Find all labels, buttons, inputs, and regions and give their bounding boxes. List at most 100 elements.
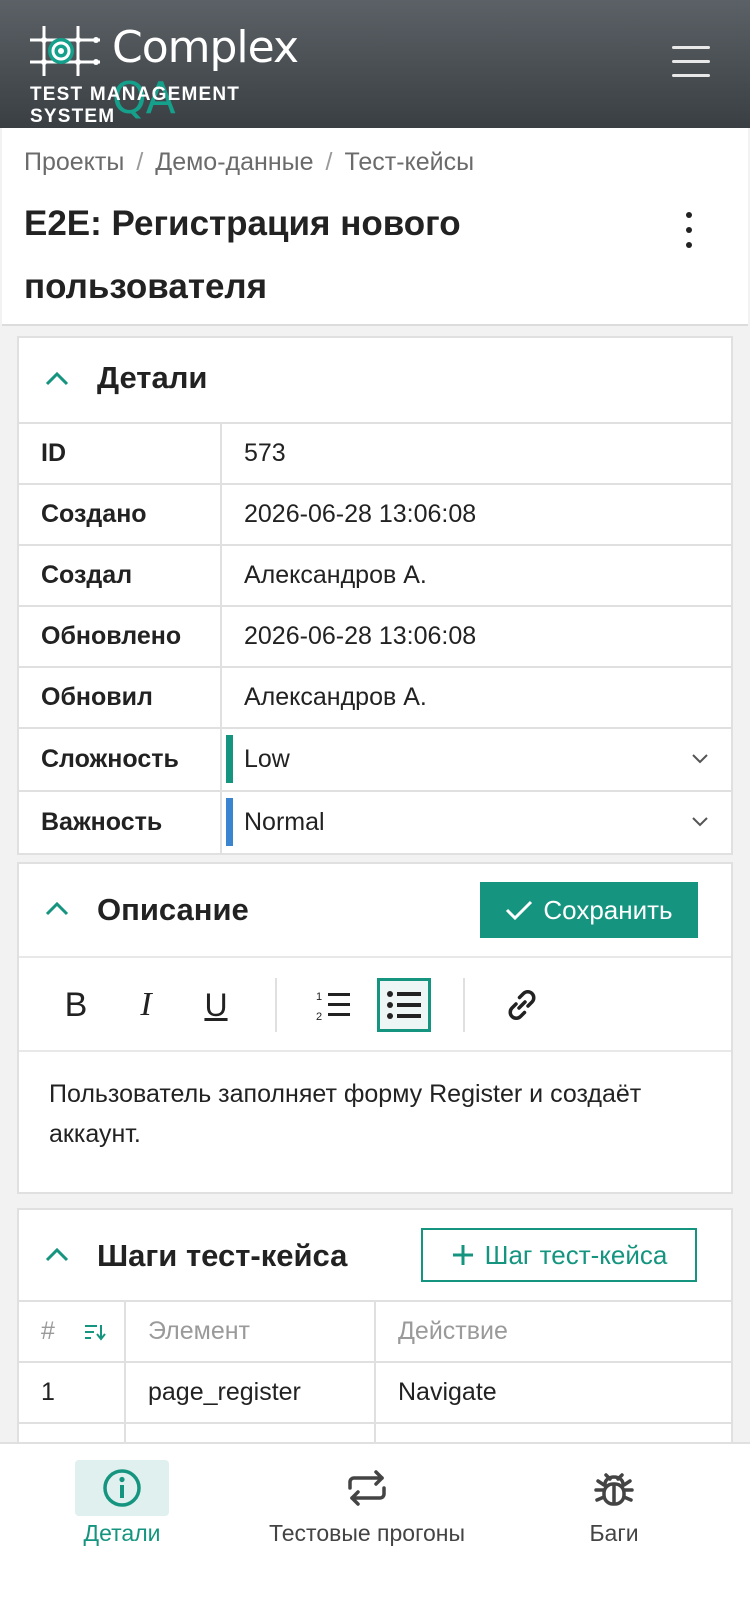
repeat-icon xyxy=(320,1460,414,1516)
more-options-button[interactable] xyxy=(678,210,698,250)
column-header-action[interactable]: Действие xyxy=(374,1300,731,1362)
details-label: Обновлено xyxy=(19,605,222,667)
logo-circuit-icon xyxy=(30,26,100,76)
details-label: Создано xyxy=(19,483,222,545)
details-row: Создал Александров А. xyxy=(19,544,731,606)
breadcrumb-separator: / xyxy=(136,148,144,176)
nav-details-label: Детали xyxy=(83,1520,161,1546)
column-header-element[interactable]: Элемент xyxy=(124,1300,375,1362)
details-title: Детали xyxy=(97,360,208,395)
dot xyxy=(686,227,692,233)
sort-icon[interactable] xyxy=(84,1322,106,1342)
step-action: Navigate xyxy=(374,1361,731,1423)
column-header-number[interactable]: # xyxy=(19,1300,125,1362)
chevron-down-icon xyxy=(692,817,708,827)
breadcrumb-projects[interactable]: Проекты xyxy=(24,148,124,177)
hamburger-line xyxy=(672,74,710,77)
check-icon xyxy=(506,900,533,921)
details-row: Обновил Александров А. xyxy=(19,666,731,728)
details-value: 573 xyxy=(221,422,731,484)
nav-test-runs[interactable]: Тестовые прогоны xyxy=(258,1444,476,1600)
top-bar: Complex QA TEST MANAGEMENT SYSTEM xyxy=(0,0,750,128)
breadcrumb-test-cases[interactable]: Тест-кейсы xyxy=(344,148,474,177)
toolbar-divider xyxy=(463,978,465,1032)
chevron-up-icon[interactable] xyxy=(43,368,71,388)
bold-icon: B xyxy=(64,985,88,1024)
dot xyxy=(686,212,692,218)
steps-card-header[interactable]: Шаги тест-кейса Шаг тест-кейса xyxy=(19,1210,731,1300)
editor-toolbar: B I U 1 2 xyxy=(19,956,731,1052)
app-logo[interactable]: Complex QA TEST MANAGEMENT SYSTEM xyxy=(30,22,330,127)
breadcrumb-demo-data[interactable]: Демо-данные xyxy=(155,148,313,177)
steps-card: Шаги тест-кейса Шаг тест-кейса # Элемент… xyxy=(17,1208,733,1448)
step-element: page_register xyxy=(124,1361,375,1423)
chevron-up-icon[interactable] xyxy=(43,898,71,918)
table-row[interactable]: 1 page_register Navigate xyxy=(19,1361,731,1423)
underline-button[interactable]: U xyxy=(189,978,243,1032)
page-header: Проекты / Демо-данные / Тест-кейсы E2E: … xyxy=(2,128,748,326)
add-step-button[interactable]: Шаг тест-кейса xyxy=(421,1228,697,1282)
nav-details[interactable]: Детали xyxy=(74,1444,170,1600)
details-label: Создал xyxy=(19,544,222,606)
dot xyxy=(686,242,692,248)
details-value: Александров А. xyxy=(221,666,731,728)
bug-icon xyxy=(567,1460,661,1516)
ordered-list-button[interactable]: 1 2 xyxy=(307,978,361,1032)
hamburger-line xyxy=(672,46,710,49)
importance-color-bar xyxy=(226,798,233,846)
link-icon xyxy=(508,990,536,1020)
complexity-color-bar xyxy=(226,735,233,783)
details-label: ID xyxy=(19,422,222,484)
nav-bugs-label: Баги xyxy=(589,1520,639,1546)
complexity-value: Low xyxy=(244,745,290,773)
bullet-list-button[interactable] xyxy=(377,978,431,1032)
details-label: Обновил xyxy=(19,666,222,728)
save-button-label: Сохранить xyxy=(543,894,673,925)
svg-text:2: 2 xyxy=(316,1011,322,1021)
italic-icon: I xyxy=(140,986,152,1023)
hamburger-line xyxy=(672,60,710,63)
details-value: 2026-06-28 13:06:08 xyxy=(221,605,731,667)
underline-icon: U xyxy=(204,986,228,1023)
chevron-down-icon xyxy=(692,754,708,764)
nav-test-runs-label: Тестовые прогоны xyxy=(269,1520,465,1546)
importance-select[interactable]: Normal xyxy=(226,792,731,853)
breadcrumb-separator: / xyxy=(325,148,333,176)
details-row: Важность Normal xyxy=(19,790,731,853)
breadcrumb: Проекты / Демо-данные / Тест-кейсы xyxy=(24,148,474,177)
details-card-header[interactable]: Детали xyxy=(19,338,731,422)
details-row: Обновлено 2026-06-28 13:06:08 xyxy=(19,605,731,667)
menu-button[interactable] xyxy=(672,44,712,78)
details-row: Сложность Low xyxy=(19,727,731,791)
complexity-select[interactable]: Low xyxy=(226,729,731,790)
details-row: Создано 2026-06-28 13:06:08 xyxy=(19,483,731,545)
importance-label: Важность xyxy=(19,790,222,853)
details-value: Александров А. xyxy=(221,544,731,606)
steps-table: # Элемент Действие 1 page_register Navig… xyxy=(19,1300,731,1446)
description-card: Описание Сохранить B I U 1 2 Пользовател… xyxy=(17,862,733,1194)
page-title: E2E: Регистрация нового пользователя xyxy=(24,204,461,306)
importance-value: Normal xyxy=(244,808,325,836)
steps-title: Шаги тест-кейса xyxy=(97,1238,348,1273)
details-value: 2026-06-28 13:06:08 xyxy=(221,483,731,545)
step-number: 1 xyxy=(19,1361,125,1423)
details-table: ID 573 Создано 2026-06-28 13:06:08 Создал А… xyxy=(19,422,731,853)
bottom-navigation: Детали Тестовые прогоны Баги xyxy=(0,1442,750,1600)
bold-button[interactable]: B xyxy=(49,978,103,1032)
complexity-cell: Low xyxy=(221,727,731,791)
details-card: Детали ID 573 Создано 2026-06-28 13:06:08 … xyxy=(17,336,733,855)
italic-button[interactable]: I xyxy=(119,978,173,1032)
complexity-label: Сложность xyxy=(19,727,222,791)
logo-subtitle: TEST MANAGEMENT SYSTEM xyxy=(30,84,241,127)
column-header-number-label: # xyxy=(41,1317,55,1345)
add-step-label: Шаг тест-кейса xyxy=(484,1239,668,1270)
save-button[interactable]: Сохранить xyxy=(480,882,698,938)
bullet-list-icon xyxy=(387,991,421,1019)
nav-bugs[interactable]: Баги xyxy=(566,1444,662,1600)
link-button[interactable] xyxy=(495,978,549,1032)
chevron-up-icon[interactable] xyxy=(43,1244,71,1264)
description-card-header[interactable]: Описание Сохранить xyxy=(19,864,731,956)
svg-text:1: 1 xyxy=(316,991,322,1003)
details-row: ID 573 xyxy=(19,422,731,484)
description-editor[interactable]: Пользователь заполняет форму Register и … xyxy=(19,1052,731,1192)
